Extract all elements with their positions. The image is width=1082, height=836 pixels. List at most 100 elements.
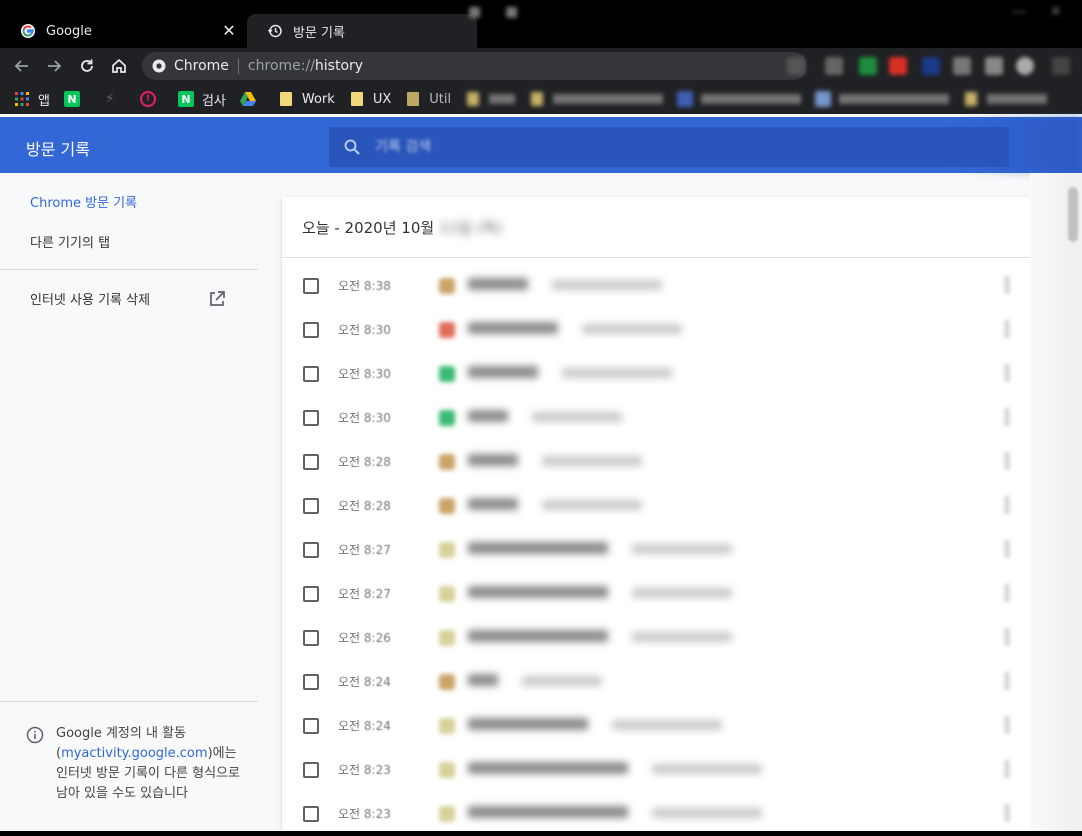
sidebar-item-other-devices[interactable]: 다른 기기의 탭 xyxy=(30,232,110,251)
more-actions-icon[interactable] xyxy=(1004,804,1010,822)
history-row[interactable]: 오전 8:30 xyxy=(282,396,1030,440)
bookmark-folder-util[interactable]: Util xyxy=(405,91,451,107)
site-favicon xyxy=(439,762,455,778)
close-tab-icon[interactable]: ✕ xyxy=(221,23,237,39)
more-actions-icon[interactable] xyxy=(1004,628,1010,646)
visit-time: 오전 8:28 xyxy=(338,499,391,513)
search-icon xyxy=(344,139,360,155)
extension-icon[interactable] xyxy=(953,57,971,75)
history-row[interactable]: 오전 8:24 xyxy=(282,660,1030,704)
scrollbar-thumb[interactable] xyxy=(1068,187,1078,242)
row-checkbox[interactable] xyxy=(303,586,319,602)
row-checkbox[interactable] xyxy=(303,762,319,778)
home-button[interactable] xyxy=(107,54,131,78)
sidebar-item-clear-browsing-data[interactable]: 인터넷 사용 기록 삭제 xyxy=(30,289,226,308)
row-checkbox[interactable] xyxy=(303,630,319,646)
bookmark-bolt[interactable]: ⚡ xyxy=(102,91,126,107)
row-checkbox[interactable] xyxy=(303,410,319,426)
extension-icon[interactable] xyxy=(825,57,843,75)
row-checkbox[interactable] xyxy=(303,322,319,338)
forward-button[interactable] xyxy=(42,54,66,78)
visit-time: 오전 8:27 xyxy=(338,543,391,557)
more-actions-icon[interactable] xyxy=(1004,320,1010,338)
avatar[interactable] xyxy=(1016,57,1034,75)
bookmark-info[interactable]: ! xyxy=(139,91,164,107)
visit-time: 오전 8:27 xyxy=(338,587,391,601)
more-actions-icon[interactable] xyxy=(1004,760,1010,778)
history-row[interactable]: 오전 8:26 xyxy=(282,616,1030,660)
scrollbar[interactable] xyxy=(1064,173,1082,831)
site-chip: Chrome xyxy=(174,58,229,74)
close-window-icon[interactable]: ✕ xyxy=(1050,4,1062,20)
history-row[interactable]: 오전 8:23 xyxy=(282,792,1030,836)
row-checkbox[interactable] xyxy=(303,498,319,514)
bookmark-blurred[interactable] xyxy=(815,91,950,107)
reload-button[interactable] xyxy=(75,54,99,78)
history-page: 방문 기록 Chrome 방문 기록 다른 기기의 탭 인터넷 사용 기록 삭제… xyxy=(0,114,1082,831)
my-activity-link[interactable]: myactivity.google.com xyxy=(61,746,207,761)
row-checkbox[interactable] xyxy=(303,454,319,470)
address-bar[interactable]: Chrome chrome:// history xyxy=(142,52,807,80)
extension-icon[interactable] xyxy=(985,57,1003,75)
row-checkbox[interactable] xyxy=(303,542,319,558)
search-bar[interactable] xyxy=(329,127,1009,167)
history-row[interactable]: 오전 8:24 xyxy=(282,704,1030,748)
menu-icon[interactable] xyxy=(1052,57,1070,75)
more-actions-icon[interactable] xyxy=(1004,452,1010,470)
history-row[interactable]: 오전 8:30 xyxy=(282,308,1030,352)
visit-time: 오전 8:23 xyxy=(338,763,391,777)
more-actions-icon[interactable] xyxy=(1004,276,1010,294)
row-checkbox[interactable] xyxy=(303,806,319,822)
row-checkbox[interactable] xyxy=(303,718,319,734)
site-favicon xyxy=(439,806,455,822)
back-button[interactable] xyxy=(10,54,34,78)
tab-history[interactable]: 방문 기록 xyxy=(247,14,477,48)
history-row[interactable]: 오전 8:28 xyxy=(282,484,1030,528)
more-actions-icon[interactable] xyxy=(1004,408,1010,426)
minimize-icon[interactable]: — xyxy=(1012,4,1026,20)
history-row[interactable]: 오전 8:23 xyxy=(282,748,1030,792)
history-row[interactable]: 오전 8:38 xyxy=(282,264,1030,308)
extension-icon[interactable] xyxy=(859,57,877,75)
more-actions-icon[interactable] xyxy=(1004,584,1010,602)
bookmark-folder-ux[interactable]: UX xyxy=(349,91,391,107)
sidebar-item-chrome-history[interactable]: Chrome 방문 기록 xyxy=(30,192,137,211)
search-input[interactable] xyxy=(375,139,975,155)
app-bar: 방문 기록 xyxy=(0,117,1082,173)
more-actions-icon[interactable] xyxy=(1004,364,1010,382)
history-row[interactable]: 오전 8:27 xyxy=(282,528,1030,572)
visit-time: 오전 8:23 xyxy=(338,807,391,821)
bookmark-naver[interactable]: N xyxy=(63,91,88,107)
row-checkbox[interactable] xyxy=(303,278,319,294)
bookmark-blurred[interactable] xyxy=(465,91,516,107)
row-checkbox[interactable] xyxy=(303,674,319,690)
more-actions-icon[interactable] xyxy=(1004,496,1010,514)
bookmark-label: 앱 xyxy=(38,93,50,109)
sidebar: Chrome 방문 기록 다른 기기의 탭 인터넷 사용 기록 삭제 Googl… xyxy=(0,173,258,831)
row-checkbox[interactable] xyxy=(303,366,319,382)
tab-google[interactable]: Google ✕ xyxy=(0,14,247,48)
bookmark-blurred[interactable] xyxy=(677,91,802,107)
extension-icon[interactable] xyxy=(889,57,907,75)
extension-icon[interactable] xyxy=(922,57,940,75)
visit-time: 오전 8:38 xyxy=(338,279,391,293)
bookmark-apps[interactable]: 앱 xyxy=(14,90,50,109)
bookmark-search[interactable]: N 검사 xyxy=(177,90,226,109)
more-actions-icon[interactable] xyxy=(1004,716,1010,734)
bookmark-drive[interactable] xyxy=(239,91,264,107)
more-actions-icon[interactable] xyxy=(1004,672,1010,690)
bookmark-blurred[interactable] xyxy=(529,91,664,107)
history-row[interactable]: 오전 8:27 xyxy=(282,572,1030,616)
google-g-icon xyxy=(20,23,36,39)
bookmark-folder-work[interactable]: Work xyxy=(278,91,335,107)
history-row[interactable]: 오전 8:28 xyxy=(282,440,1030,484)
history-row[interactable]: 오전 8:30 xyxy=(282,352,1030,396)
my-activity-notice: Google 계정의 내 활동 (myactivity.google.com)에… xyxy=(26,724,246,804)
bookmark-blurred[interactable] xyxy=(963,91,1048,107)
visit-time: 오전 8:30 xyxy=(338,367,391,381)
bookmark-label: Util xyxy=(429,91,452,107)
visit-time: 오전 8:30 xyxy=(338,411,391,425)
more-actions-icon[interactable] xyxy=(1004,540,1010,558)
bookmark-star-icon[interactable] xyxy=(787,57,805,75)
site-favicon xyxy=(439,322,455,338)
